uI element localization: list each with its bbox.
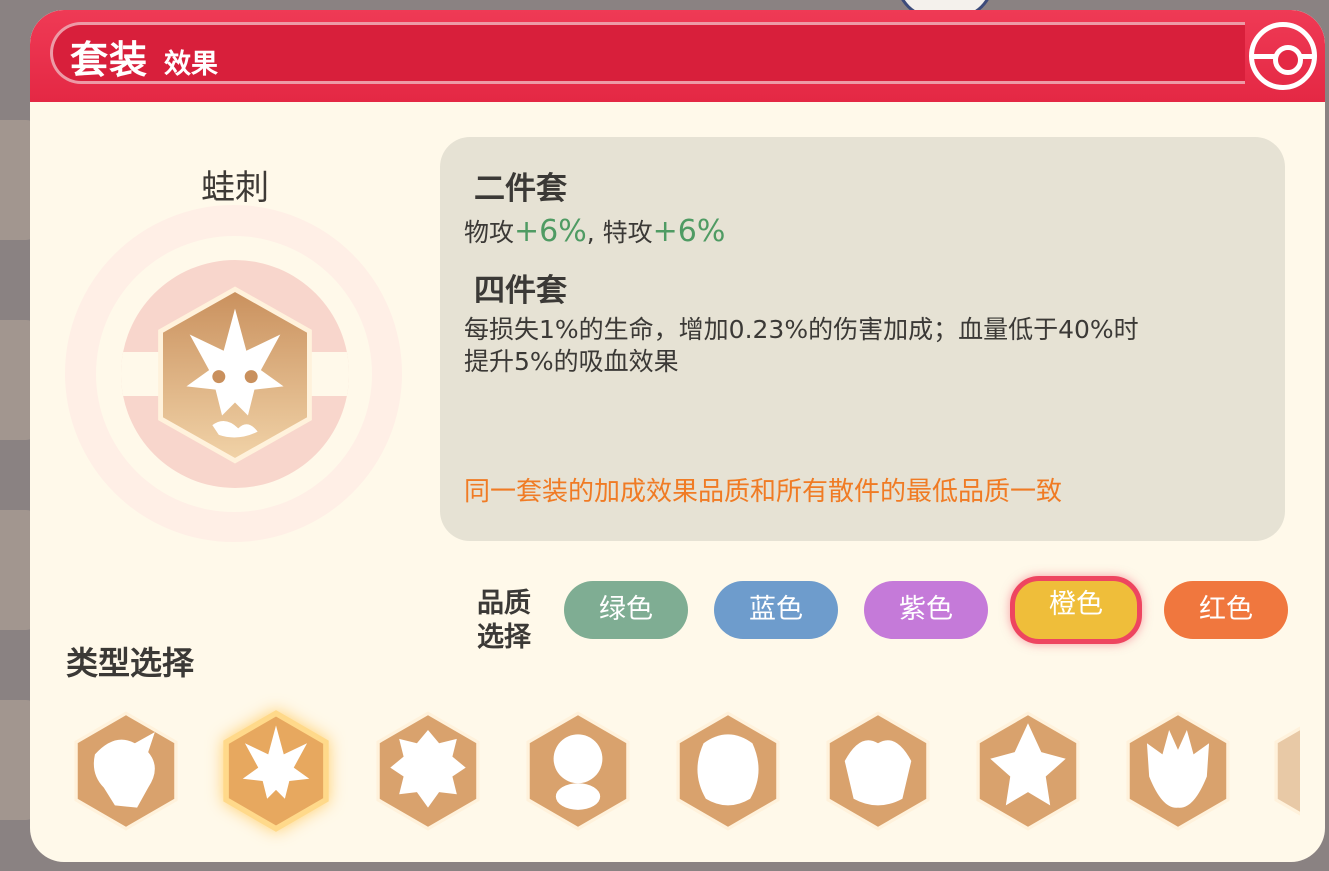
quality-orange-button[interactable]: 橙色	[1010, 576, 1142, 644]
type-bull-icon[interactable]	[822, 710, 934, 832]
two-piece-effect: 物攻+6%, 特攻+6%	[464, 215, 725, 250]
set-info-box: 二件套 物攻+6%, 特攻+6% 四件套 每损失1%的生命，增加0.23%的伤害…	[440, 137, 1285, 541]
quality-red-button[interactable]: 红色	[1164, 581, 1288, 639]
greninja-emblem-icon	[150, 286, 320, 464]
type-squirtle-icon[interactable]	[522, 710, 634, 832]
two-piece-a-label: 物攻	[464, 218, 515, 247]
set-effect-panel: 套装 效果 蛙刺 二件套 物攻+6%, 特攻+6% 四件套 每损失1%的生命，增…	[30, 10, 1325, 862]
set-name: 蛙刺	[201, 168, 269, 208]
two-piece-a-value: +6%	[514, 214, 587, 249]
quality-label: 品质 选择	[477, 587, 547, 655]
type-golem-icon[interactable]	[672, 710, 784, 832]
type-bird-icon[interactable]	[972, 710, 1084, 832]
type-partial-icon[interactable]	[1270, 710, 1300, 832]
quality-label-line1: 品质	[477, 588, 531, 619]
type-selection-title: 类型选择	[66, 644, 195, 682]
panel-header: 套装 效果	[30, 10, 1325, 102]
four-piece-title: 四件套	[474, 273, 567, 309]
two-piece-title: 二件套	[474, 171, 567, 207]
panel-title: 套装	[70, 38, 149, 82]
panel-subtitle: 效果	[164, 49, 218, 80]
quality-purple-button[interactable]: 紫色	[864, 581, 988, 639]
two-piece-b-value: +6%	[652, 214, 726, 249]
header-ribbon	[50, 22, 1245, 84]
two-piece-b-label: , 特攻	[586, 218, 653, 247]
type-dragon-icon[interactable]	[70, 710, 182, 832]
type-lion-icon[interactable]	[372, 710, 484, 832]
pokeball-icon[interactable]	[1249, 22, 1317, 90]
type-greninja-icon[interactable]	[218, 710, 334, 832]
four-piece-effect-line1: 每损失1%的生命，增加0.23%的伤害加成；血量低于40%时	[464, 315, 1139, 344]
quality-note: 同一套装的加成效果品质和所有散件的最低品质一致	[464, 477, 1063, 507]
type-ghost-icon[interactable]	[1122, 710, 1234, 832]
quality-blue-button[interactable]: 蓝色	[714, 581, 838, 639]
four-piece-effect-line2: 提升5%的吸血效果	[464, 347, 679, 376]
quality-green-button[interactable]: 绿色	[564, 581, 688, 639]
quality-label-line2: 选择	[477, 622, 531, 653]
